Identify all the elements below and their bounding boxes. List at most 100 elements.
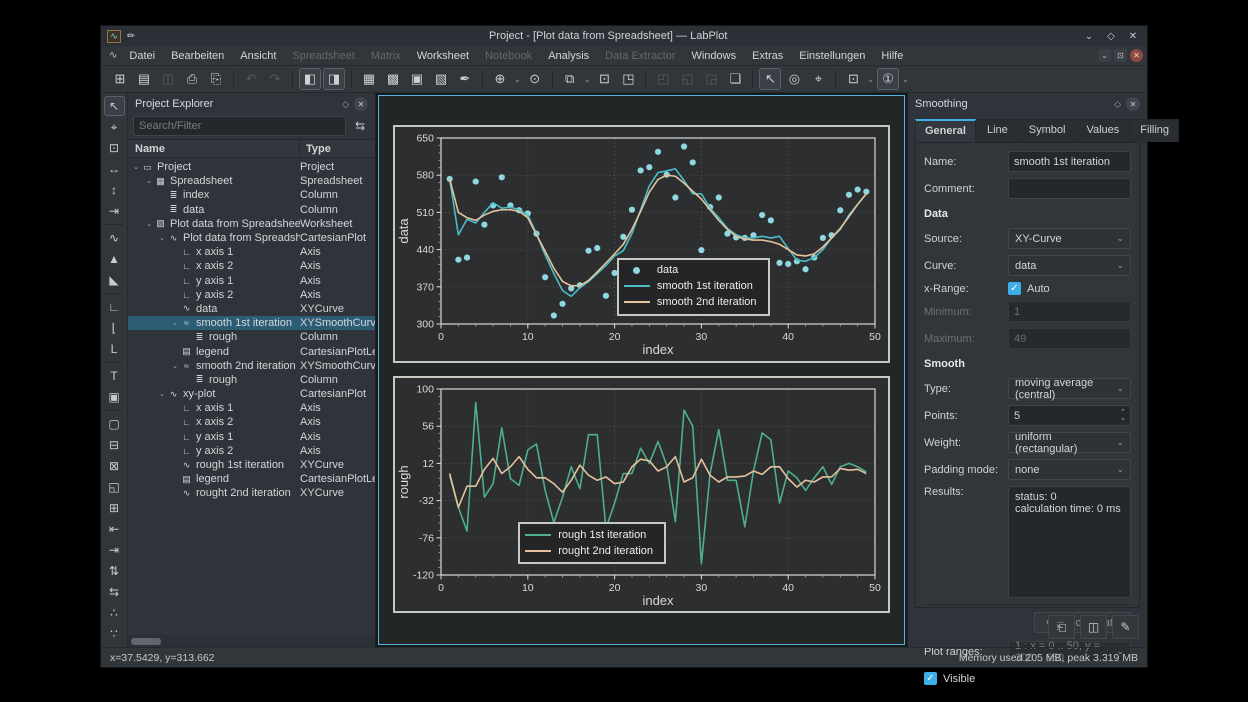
- new-matrix-button[interactable]: ▩: [382, 68, 404, 90]
- add-axis-dotted-tool[interactable]: ⌊: [104, 318, 125, 338]
- mdi-close-icon[interactable]: ✕: [1130, 49, 1143, 62]
- add-axis-plain-tool[interactable]: L: [104, 339, 125, 359]
- source-select[interactable]: XY-Curve⌄: [1008, 228, 1131, 249]
- tree-row[interactable]: ≣dataColumn: [128, 203, 375, 217]
- worksheet-page[interactable]: 01020304050300370440510580650indexdatada…: [378, 95, 905, 645]
- tree-row[interactable]: ∟x axis 2Axis: [128, 259, 375, 273]
- zoom-select-mode-button[interactable]: ⌖: [807, 68, 829, 90]
- weight-select[interactable]: uniform (rectangular)⌄: [1008, 432, 1131, 453]
- maximize-button[interactable]: ◇: [1103, 31, 1119, 42]
- measure-tool[interactable]: ⇥: [104, 201, 125, 221]
- template-load-button[interactable]: ⎗: [1048, 615, 1075, 639]
- tree-row[interactable]: ∿rough 1st iterationXYCurve: [128, 458, 375, 472]
- magnification-dropdown[interactable]: ①: [877, 68, 899, 90]
- expander-icon[interactable]: ⌄: [170, 319, 180, 327]
- toggle-properties-explorer-button[interactable]: ◨: [323, 68, 345, 90]
- titlebar[interactable]: ∿ ✏ Project - [Plot data from Spreadshee…: [101, 26, 1147, 46]
- menu-datei[interactable]: Datei: [121, 48, 163, 64]
- tab-values[interactable]: Values: [1076, 119, 1129, 142]
- comment-field[interactable]: [1008, 178, 1131, 199]
- smoothing-titlebar[interactable]: Smoothing ◇ ✕: [908, 93, 1147, 115]
- auto-checkbox[interactable]: ✓: [1008, 282, 1021, 295]
- new-spreadsheet-button[interactable]: ▦: [358, 68, 380, 90]
- expander-icon[interactable]: ⌄: [170, 362, 180, 370]
- print-button[interactable]: ⎙: [181, 68, 203, 90]
- close-button[interactable]: ✕: [1125, 31, 1141, 42]
- mdi-minimize-icon[interactable]: ⌄: [1098, 49, 1111, 62]
- name-field[interactable]: [1008, 151, 1131, 172]
- tree-row[interactable]: ≣roughColumn: [128, 330, 375, 344]
- tree-row[interactable]: ⌄▦SpreadsheetSpreadsheet: [128, 174, 375, 188]
- add-xy-curve-tool[interactable]: ∿: [104, 228, 125, 248]
- cartesian-plot-2[interactable]: 01020304050-120-76-321256100indexroughro…: [393, 376, 890, 614]
- zoom-y-select-tool[interactable]: ↕: [104, 180, 125, 200]
- chevron-down-icon[interactable]: ⌄: [867, 75, 874, 84]
- align-right-tool[interactable]: ⇥: [104, 540, 125, 560]
- open-project-button[interactable]: ▤: [133, 68, 155, 90]
- menu-einstellungen[interactable]: Einstellungen: [791, 48, 873, 64]
- distribute-horizontal-tool[interactable]: ⇆: [104, 582, 125, 602]
- tree-row[interactable]: ▤legendCartesianPlotLegend: [128, 472, 375, 486]
- expander-icon[interactable]: ⌄: [157, 234, 167, 242]
- new-datapicker-button[interactable]: ✒: [454, 68, 476, 90]
- new-project-button[interactable]: ⊞: [109, 68, 131, 90]
- minimize-button[interactable]: ⌄: [1081, 31, 1097, 42]
- tree-row[interactable]: ⌄≈smooth 1st iterationXYSmoothCurve: [128, 316, 375, 330]
- chevron-down-icon[interactable]: ⌄: [514, 75, 521, 84]
- chevron-down-icon[interactable]: ⌄: [902, 75, 909, 84]
- padding-mode-select[interactable]: none⌄: [1008, 459, 1131, 480]
- new-workbook-button[interactable]: ▣: [406, 68, 428, 90]
- filter-icon[interactable]: ⇆: [350, 116, 370, 136]
- tree-row[interactable]: ≣roughColumn: [128, 373, 375, 387]
- select-tool[interactable]: ↖: [104, 96, 125, 116]
- crosshair-tool[interactable]: ⌖: [104, 117, 125, 137]
- tree-header[interactable]: Name Type: [128, 139, 375, 158]
- tab-symbol[interactable]: Symbol: [1019, 119, 1076, 142]
- menu-windows[interactable]: Windows: [683, 48, 744, 64]
- visible-checkbox[interactable]: ✓: [924, 672, 937, 685]
- chevron-down-icon[interactable]: ⌄: [584, 75, 591, 84]
- tree-row[interactable]: ⌄▭ProjectProject: [128, 160, 375, 174]
- tab-filling[interactable]: Filling: [1130, 119, 1179, 142]
- tree-row[interactable]: ∿dataXYCurve: [128, 302, 375, 316]
- column-header-name[interactable]: Name: [128, 140, 300, 157]
- add-histogram-tool[interactable]: ▲: [104, 249, 125, 269]
- tree-row[interactable]: ∟x axis 1Axis: [128, 401, 375, 415]
- add-axis-tool[interactable]: ∟: [104, 297, 125, 317]
- search-input[interactable]: [133, 116, 346, 136]
- layout-horizontal-tool[interactable]: ⊞: [104, 498, 125, 518]
- zoom-x-select-tool[interactable]: ↔: [104, 159, 125, 179]
- spin-down-icon[interactable]: ⌄: [1120, 416, 1126, 422]
- tree-row[interactable]: ∟x axis 1Axis: [128, 245, 375, 259]
- tree-row[interactable]: ⌄∿Plot data from SpreadsheetCartesianPlo…: [128, 231, 375, 245]
- menu-analysis[interactable]: Analysis: [540, 48, 597, 64]
- print-preview-button[interactable]: ⎘: [205, 68, 227, 90]
- tree-row[interactable]: ∟y axis 2Axis: [128, 444, 375, 458]
- tree-row[interactable]: ▤legendCartesianPlotLegend: [128, 344, 375, 358]
- column-header-type[interactable]: Type: [300, 143, 375, 155]
- tree-row[interactable]: ⌄∿xy-plotCartesianPlot: [128, 387, 375, 401]
- zoom-out-tool[interactable]: ⊟: [104, 435, 125, 455]
- snap-grid-tool[interactable]: ∵: [104, 624, 125, 644]
- dock-close-icon[interactable]: ✕: [354, 97, 368, 111]
- horizontal-scrollbar[interactable]: [128, 635, 375, 647]
- add-text-label-tool[interactable]: T: [104, 366, 125, 386]
- curve-select[interactable]: data⌄: [1008, 255, 1131, 276]
- toggle-project-explorer-button[interactable]: ◧: [299, 68, 321, 90]
- mdi-restore-icon[interactable]: ⊡: [1114, 49, 1127, 62]
- zoom-area-tool[interactable]: ⊠: [104, 456, 125, 476]
- screenshot-button[interactable]: ◳: [617, 68, 639, 90]
- tab-line[interactable]: Line: [977, 119, 1018, 142]
- scrollbar-thumb[interactable]: [131, 638, 161, 645]
- expander-icon[interactable]: ⌄: [131, 163, 141, 171]
- layout-vertical-tool[interactable]: ◱: [104, 477, 125, 497]
- expander-icon[interactable]: ⌄: [144, 177, 154, 185]
- add-image-tool[interactable]: ▣: [104, 387, 125, 407]
- tree-row[interactable]: ∟y axis 1Axis: [128, 430, 375, 444]
- template-save-default-button[interactable]: ✎: [1112, 615, 1139, 639]
- tree-row[interactable]: ∟x axis 2Axis: [128, 415, 375, 429]
- zoom-select-tool[interactable]: ⊡: [104, 138, 125, 158]
- menu-worksheet[interactable]: Worksheet: [409, 48, 477, 64]
- dock-float-icon[interactable]: ◇: [1114, 99, 1121, 110]
- dock-close-icon[interactable]: ✕: [1126, 97, 1140, 111]
